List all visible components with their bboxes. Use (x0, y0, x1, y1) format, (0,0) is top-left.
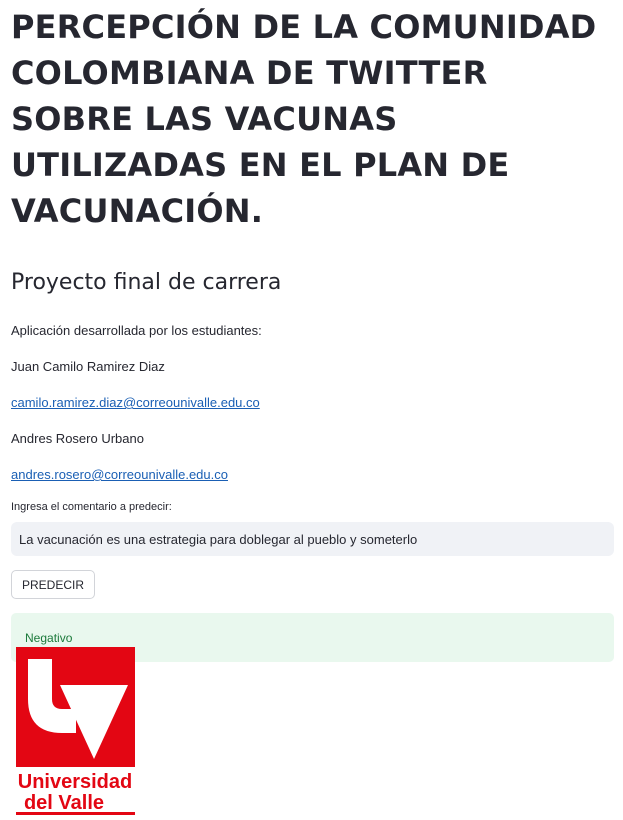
comment-input-value: La vacunación es una estrategia para dob… (19, 531, 418, 547)
author1-name: Juan Camilo Ramirez Diaz (11, 359, 165, 374)
main-content: PERCEPCIÓN DE LA COMUNIDAD COLOMBIANA DE… (11, 0, 614, 662)
comment-input[interactable]: La vacunación es una estrategia para dob… (11, 522, 614, 556)
logo-text-line1: Universidad (18, 771, 132, 793)
author1-email-link[interactable]: camilo.ramirez.diaz@correounivalle.edu.c… (11, 395, 260, 410)
univalle-logo: Universidad del Valle (16, 647, 135, 815)
prediction-result-text: Negativo (25, 630, 73, 645)
predict-button[interactable]: PREDECIR (11, 570, 96, 599)
author2-email-link[interactable]: andres.rosero@correounivalle.edu.co (11, 467, 228, 482)
page-title: PERCEPCIÓN DE LA COMUNIDAD COLOMBIANA DE… (11, 8, 597, 230)
page-subtitle: Proyecto final de carrera (11, 270, 282, 295)
authors-intro: Aplicación desarrollada por los estudian… (11, 323, 262, 338)
author2-name: Andres Rosero Urbano (11, 431, 144, 446)
comment-input-label: Ingresa el comentario a predecir: (11, 501, 172, 513)
logo-underline (16, 812, 135, 815)
logo-text-line2: del Valle (24, 792, 104, 814)
